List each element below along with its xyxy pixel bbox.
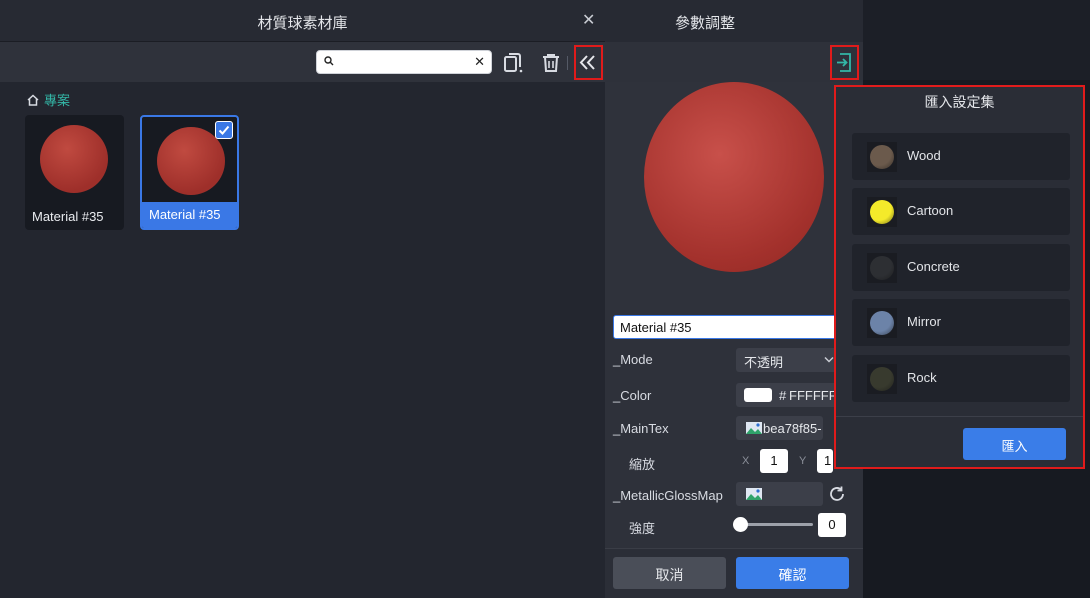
popup-title: 匯入設定集	[924, 94, 995, 110]
cancel-button[interactable]: 取消	[613, 557, 726, 589]
strength-slider-handle[interactable]	[733, 517, 748, 532]
color-field[interactable]: # FFFFFF	[736, 383, 841, 407]
parameter-title: 參數調整	[674, 15, 735, 32]
parameter-panel: 參數調整 Material #35 _Mode 不透明 _Color # FFF…	[605, 0, 863, 598]
scale-y-label: Y	[799, 455, 807, 467]
metallic-field[interactable]	[736, 482, 823, 506]
image-icon	[746, 488, 762, 500]
scale-label: 縮放	[629, 457, 656, 472]
library-title: 材質球素材庫	[257, 15, 348, 32]
chevron-down-icon	[824, 356, 834, 363]
import-button[interactable]: 匯入	[963, 428, 1066, 460]
preset-item-rock[interactable]: Rock	[852, 355, 1070, 402]
strength-input[interactable]: 0	[818, 513, 846, 537]
search-icon	[324, 56, 334, 66]
popup-divider	[836, 416, 1083, 417]
material-card-selected[interactable]: Material #35	[140, 115, 239, 230]
maintex-value: bea78f85-c	[763, 421, 821, 436]
clear-search-icon[interactable]: ✕	[474, 54, 485, 70]
material-card-label: Material #35	[142, 202, 237, 228]
search-input[interactable]: ✕	[316, 50, 492, 74]
mode-value: 不透明	[744, 355, 784, 370]
strength-label: 強度	[629, 521, 656, 536]
preset-name: Concrete	[907, 259, 960, 274]
import-preset-popup: 匯入設定集 Wood Cartoon Concrete Mirror Rock …	[834, 85, 1085, 469]
toolbar-divider	[567, 56, 568, 70]
wood-thumbnail	[870, 145, 894, 169]
checkbox-checked-icon[interactable]	[215, 121, 233, 139]
confirm-button[interactable]: 確認	[736, 557, 849, 589]
preset-name: Cartoon	[907, 203, 954, 218]
rock-thumbnail	[870, 367, 894, 391]
breadcrumb-project: 專案	[44, 93, 71, 108]
material-library-panel: 材質球素材庫 ✕ ✕ 專案 Material #35 Material #35	[0, 0, 605, 598]
concrete-thumbnail	[870, 256, 894, 280]
preset-name: Rock	[907, 370, 937, 385]
maintex-field[interactable]: bea78f85-c	[736, 416, 823, 440]
preview-sphere	[644, 82, 824, 272]
copy-icon[interactable]	[502, 52, 524, 74]
preset-item-cartoon[interactable]: Cartoon	[852, 188, 1070, 235]
preset-name: Mirror	[907, 314, 941, 329]
collapse-panel-button[interactable]	[574, 45, 603, 80]
image-icon	[746, 422, 762, 434]
cartoon-thumbnail	[870, 200, 894, 224]
strength-slider-track[interactable]	[741, 523, 813, 526]
trash-icon[interactable]	[540, 52, 562, 74]
library-toolbar: ✕	[0, 42, 605, 82]
import-icon	[837, 53, 851, 72]
material-preview	[605, 82, 863, 310]
close-icon[interactable]: ✕	[582, 10, 595, 30]
preset-item-concrete[interactable]: Concrete	[852, 244, 1070, 291]
reset-icon[interactable]	[828, 485, 846, 503]
double-chevron-left-icon	[579, 55, 595, 70]
color-label: _Color	[613, 388, 652, 403]
preset-item-mirror[interactable]: Mirror	[852, 299, 1070, 346]
home-icon	[27, 93, 39, 106]
color-hex-value: FFFFFF	[789, 388, 837, 403]
breadcrumb[interactable]: 專案	[26, 90, 70, 109]
preset-name: Wood	[907, 148, 941, 163]
mode-label: _Mode	[613, 352, 653, 367]
import-preset-button[interactable]	[830, 45, 859, 80]
color-hash: #	[779, 388, 787, 403]
metallic-label: _MetallicGlossMap	[613, 488, 723, 503]
scale-x-label: X	[742, 455, 750, 467]
library-header: 材質球素材庫 ✕	[0, 0, 605, 42]
mirror-thumbnail	[870, 311, 894, 335]
material-card[interactable]: Material #35	[25, 115, 124, 230]
material-thumbnail	[40, 125, 108, 193]
preset-item-wood[interactable]: Wood	[852, 133, 1070, 180]
background-band	[863, 0, 1090, 80]
mode-select[interactable]: 不透明	[736, 348, 841, 372]
material-name-input[interactable]: Material #35	[613, 315, 838, 339]
scale-x-input[interactable]: 1	[760, 449, 788, 473]
scale-y-input[interactable]: 1	[817, 449, 833, 473]
material-card-label: Material #35	[32, 209, 104, 224]
color-swatch[interactable]	[744, 388, 772, 402]
maintex-label: _MainTex	[613, 421, 669, 436]
